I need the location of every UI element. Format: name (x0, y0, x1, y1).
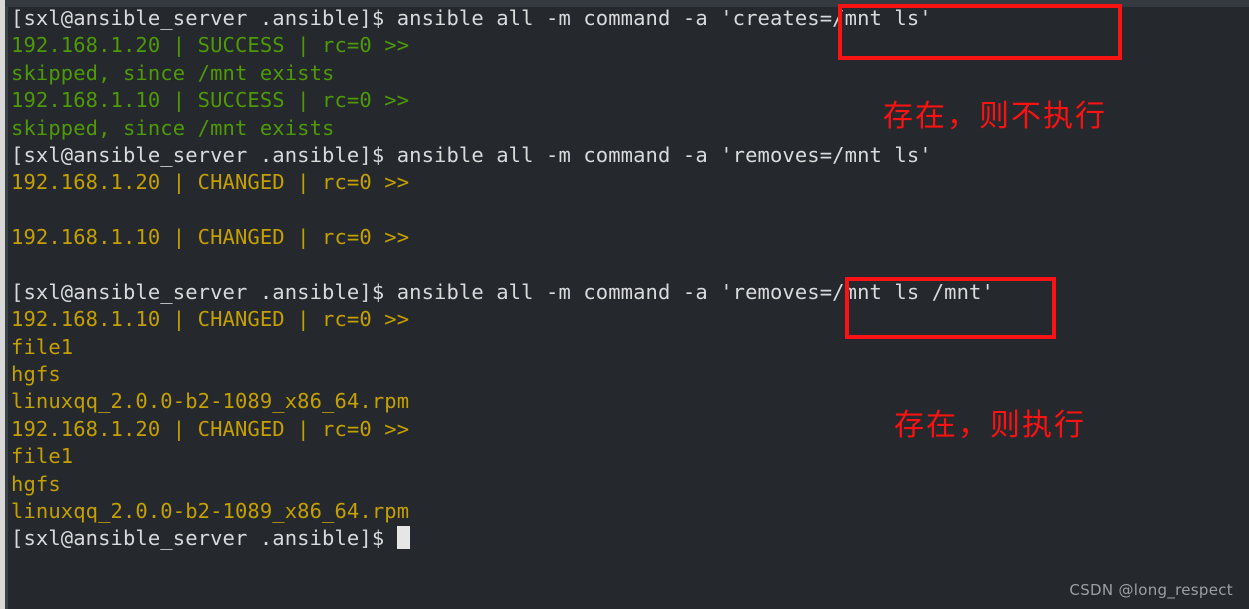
file-listing-entry: file1 (11, 444, 74, 469)
terminal-line-prompt: [sxl@ansible_server .ansible]$ ansible a… (11, 279, 1241, 306)
host-result-changed: 192.168.1.20 | CHANGED | rc=0 >> (11, 416, 410, 441)
terminal-line-output: 192.168.1.20 | SUCCESS | rc=0 >> (11, 32, 1241, 59)
terminal-line-output: linuxqq_2.0.0-b2-1089_x86_64.rpm (11, 498, 1241, 525)
host-result-success: 192.168.1.20 | SUCCESS | rc=0 >> (11, 33, 410, 58)
terminal-line-output: file1 (11, 443, 1241, 470)
terminal-window: [sxl@ansible_server .ansible]$ ansible a… (0, 0, 1249, 609)
terminal-line-output: file1 (11, 334, 1241, 361)
host-result-success: 192.168.1.10 | SUCCESS | rc=0 >> (11, 88, 410, 113)
terminal-line-output: 192.168.1.10 | CHANGED | rc=0 >> (11, 224, 1241, 251)
shell-prompt: [sxl@ansible_server .ansible]$ (11, 6, 385, 30)
terminal-line-output: skipped, since /mnt exists (11, 60, 1241, 87)
file-listing-entry: hgfs (11, 362, 61, 387)
terminal-line-output: hgfs (11, 361, 1241, 388)
host-result-message: skipped, since /mnt exists (11, 60, 335, 85)
window-left-inner-edge (5, 7, 8, 609)
host-result-changed: 192.168.1.10 | CHANGED | rc=0 >> (11, 225, 410, 250)
terminal-line-prompt: [sxl@ansible_server .ansible]$ ansible a… (11, 142, 1241, 169)
shell-prompt: [sxl@ansible_server .ansible]$ (11, 142, 385, 167)
terminal-line-output: 192.168.1.10 | CHANGED | rc=0 >> (11, 306, 1241, 333)
file-listing-entry: file1 (11, 334, 74, 359)
shell-command: ansible all -m command -a 'removes=/mnt … (384, 279, 994, 304)
terminal-line-output: 192.168.1.20 | CHANGED | rc=0 >> (11, 169, 1241, 196)
host-result-changed: 192.168.1.20 | CHANGED | rc=0 >> (11, 170, 410, 195)
file-listing-entry: linuxqq_2.0.0-b2-1089_x86_64.rpm (11, 389, 410, 414)
text-cursor (396, 526, 410, 550)
host-result-changed: 192.168.1.10 | CHANGED | rc=0 >> (11, 307, 410, 332)
file-listing-entry: linuxqq_2.0.0-b2-1089_x86_64.rpm (11, 499, 410, 524)
shell-prompt: [sxl@ansible_server .ansible]$ (11, 279, 385, 304)
file-listing-entry: hgfs (11, 471, 61, 496)
annotation-note-executed: 存在，则执行 (894, 408, 1086, 443)
terminal-output[interactable]: [sxl@ansible_server .ansible]$ ansible a… (11, 5, 1241, 553)
terminal-line-prompt: [sxl@ansible_server .ansible]$ ansible a… (11, 5, 1241, 32)
shell-command: ansible all -m command -a 'removes=/mnt … (384, 142, 932, 167)
terminal-line-output: hgfs (11, 471, 1241, 498)
watermark: CSDN @long_respect (1069, 581, 1233, 599)
shell-prompt: [sxl@ansible_server .ansible]$ (11, 526, 385, 551)
host-result-message: skipped, since /mnt exists (11, 115, 335, 140)
shell-command: ansible all -m command -a 'creates=/mnt … (384, 6, 932, 30)
shell-command (384, 526, 396, 550)
annotation-note-not-executed: 存在，则不执行 (883, 99, 1107, 134)
terminal-line-active-prompt[interactable]: [sxl@ansible_server .ansible]$ (11, 525, 1241, 552)
